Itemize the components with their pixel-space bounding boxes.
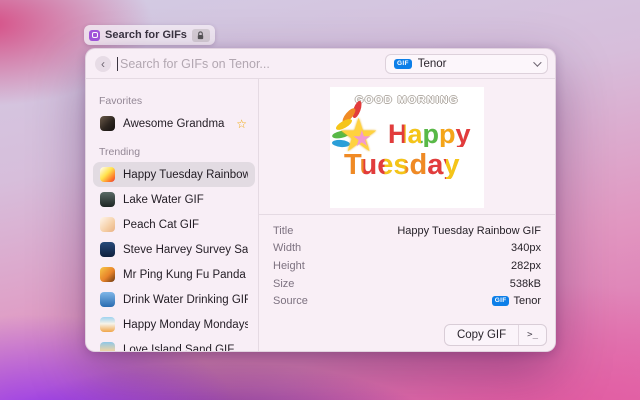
gif-thumbnail xyxy=(100,342,115,352)
gif-extension-icon xyxy=(89,30,100,41)
pink-star-icon: ★ xyxy=(352,128,372,150)
list-item-happy-tuesday[interactable]: Happy Tuesday Rainbow GIF xyxy=(93,162,255,187)
search-input[interactable]: Search for GIFs on Tenor... xyxy=(120,57,270,71)
command-pill-label: Search for GIFs xyxy=(105,29,187,41)
text-caret xyxy=(117,57,118,71)
copy-gif-button[interactable]: Copy GIF xyxy=(445,325,518,345)
meta-row-height: Height 282px xyxy=(273,257,541,275)
gif-source-icon: GIF xyxy=(394,59,412,70)
gif-source-icon: GIF xyxy=(492,296,510,307)
search-header: ‹ Search for GIFs on Tenor... GIF Tenor xyxy=(86,49,555,79)
gif-thumbnail xyxy=(100,192,115,207)
gif-preview: GOOD MORNING ★ ★ Happy xyxy=(330,87,484,208)
list-item-love-island[interactable]: Love Island Sand GIF xyxy=(93,337,255,352)
list-item-lake-water[interactable]: Lake Water GIF xyxy=(93,187,255,212)
gif-thumbnail xyxy=(100,242,115,257)
gif-thumbnail xyxy=(100,292,115,307)
list-item-peach-cat[interactable]: Peach Cat GIF xyxy=(93,212,255,237)
gif-thumbnail xyxy=(100,217,115,232)
gif-text-happy: Happy xyxy=(388,122,471,148)
source-dropdown[interactable]: GIF Tenor xyxy=(385,54,548,74)
meta-row-width: Width 340px xyxy=(273,240,541,258)
section-title-trending: Trending xyxy=(99,146,249,158)
list-item-happy-monday[interactable]: Happy Monday Mondays GIF xyxy=(93,312,255,337)
favorite-star-icon[interactable]: ☆ xyxy=(236,117,247,131)
chevron-down-icon xyxy=(533,58,541,66)
gif-text-tuesday: Tuesday xyxy=(344,152,484,180)
list-item-awesome-grandma[interactable]: Awesome Grandma GIF ☆ xyxy=(93,111,255,136)
source-dropdown-label: Tenor xyxy=(418,58,527,70)
list-item-steve-harvey[interactable]: Steve Harvey Survey Says GIF xyxy=(93,237,255,262)
metadata-table: Title Happy Tuesday Rainbow GIF Width 34… xyxy=(259,215,555,310)
desktop-wallpaper: Search for GIFs ‹ Search for GIFs on Ten… xyxy=(0,0,640,400)
actions-menu-icon[interactable]: >_ xyxy=(518,325,546,345)
gif-thumbnail xyxy=(100,267,115,282)
meta-row-source: Source GIF Tenor xyxy=(273,292,541,310)
action-bar: Copy GIF >_ xyxy=(444,324,547,346)
meta-row-size: Size 538kB xyxy=(273,275,541,293)
command-pill[interactable]: Search for GIFs xyxy=(84,25,215,45)
gif-search-window: ‹ Search for GIFs on Tenor... GIF Tenor … xyxy=(85,48,556,352)
meta-row-title: Title Happy Tuesday Rainbow GIF xyxy=(273,222,541,240)
lock-icon xyxy=(192,29,210,42)
back-button[interactable]: ‹ xyxy=(95,56,111,72)
results-list: Favorites Awesome Grandma GIF ☆ Trending… xyxy=(86,79,259,352)
section-title-favorites: Favorites xyxy=(99,95,249,107)
gif-thumbnail xyxy=(100,116,115,131)
list-item-mr-ping[interactable]: Mr Ping Kung Fu Panda GIF xyxy=(93,262,255,287)
gif-thumbnail xyxy=(100,167,115,182)
list-item-drink-water[interactable]: Drink Water Drinking GIF xyxy=(93,287,255,312)
gif-thumbnail xyxy=(100,317,115,332)
detail-panel: GOOD MORNING ★ ★ Happy xyxy=(259,79,555,352)
